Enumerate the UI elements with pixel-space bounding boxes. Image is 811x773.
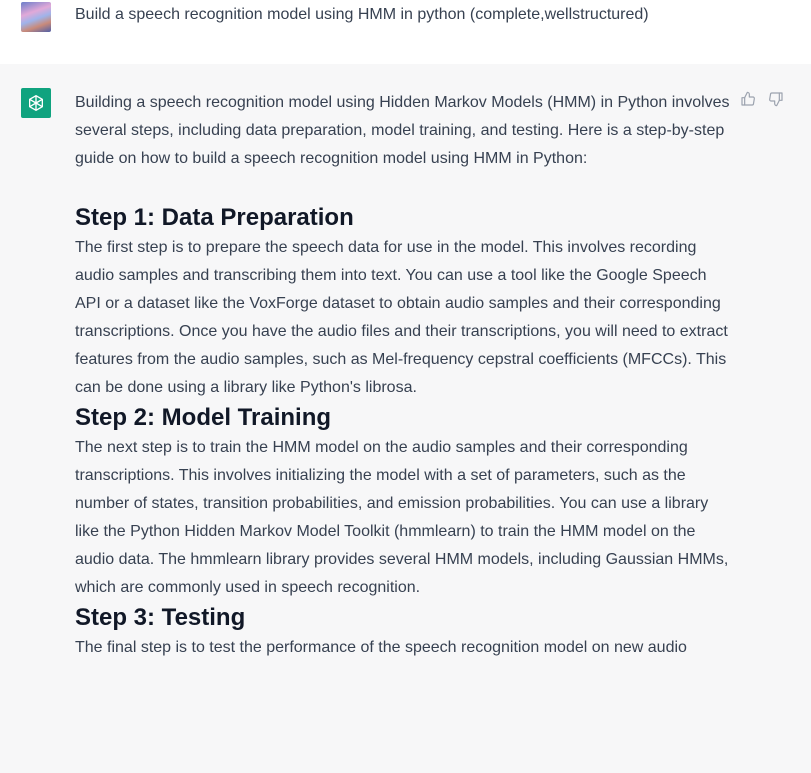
assistant-message-row: Building a speech recognition model usin… <box>0 64 811 773</box>
step-1-heading: Step 1: Data Preparation <box>75 204 354 231</box>
step-3-heading: Step 3: Testing <box>75 604 246 631</box>
assistant-message-content: Building a speech recognition model usin… <box>75 89 735 662</box>
openai-logo-icon <box>21 88 51 118</box>
user-message-text: Build a speech recognition model using H… <box>75 6 649 23</box>
step-3-paragraph: The final step is to test the performanc… <box>75 639 687 656</box>
thumbs-down-icon[interactable] <box>767 90 785 108</box>
step-2-paragraph: The next step is to train the HMM model … <box>75 439 729 596</box>
step-2-heading: Step 2: Model Training <box>75 404 332 431</box>
thumbs-up-icon[interactable] <box>739 90 757 108</box>
user-avatar <box>21 2 51 32</box>
user-message-row: Build a speech recognition model using H… <box>0 0 811 65</box>
intro-paragraph: Building a speech recognition model usin… <box>75 94 730 167</box>
step-1-paragraph: The first step is to prepare the speech … <box>75 239 728 396</box>
